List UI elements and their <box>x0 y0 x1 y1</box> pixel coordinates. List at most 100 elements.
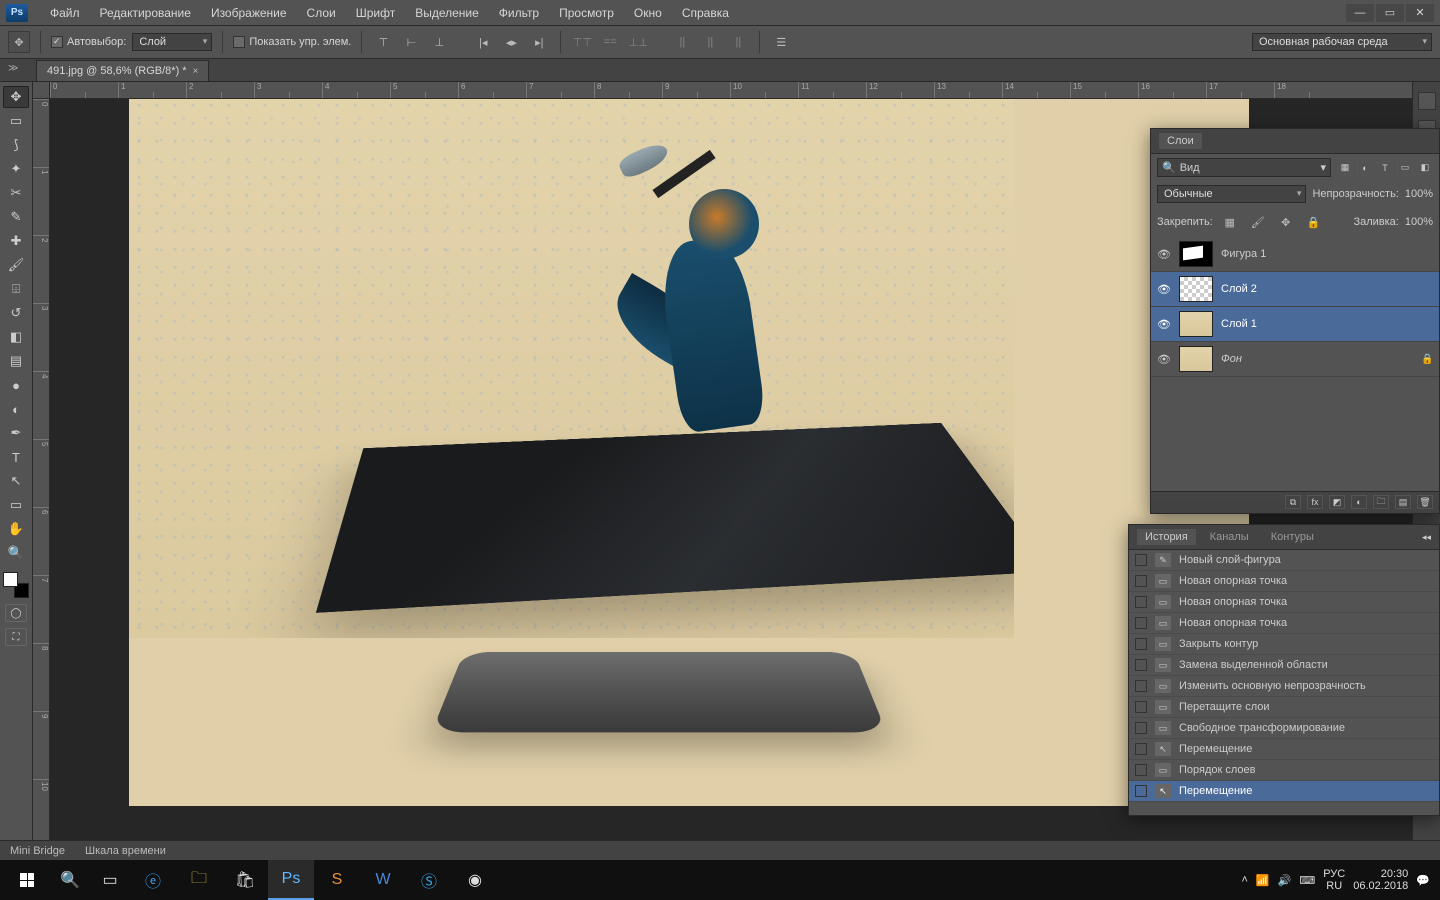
ruler-origin[interactable] <box>33 82 50 99</box>
layers-panel-tab[interactable]: Слои <box>1159 133 1202 149</box>
pen-tool-icon[interactable]: ✒ <box>3 422 29 444</box>
adjustment-layer-icon[interactable]: ◐ <box>1351 495 1367 509</box>
document-tab[interactable]: 491.jpg @ 58,6% (RGB/8*) * × <box>36 60 209 81</box>
history-item[interactable]: ▭Свободное трансформирование <box>1129 718 1439 739</box>
distribute-right-icon[interactable]: || <box>727 31 749 53</box>
history-item[interactable]: ▭Закрыть контур <box>1129 634 1439 655</box>
menu-filter[interactable]: Фильтр <box>489 2 549 24</box>
history-item[interactable]: ▭Новая опорная точка <box>1129 613 1439 634</box>
align-hcenter-icon[interactable]: ◂▸ <box>500 31 522 53</box>
color-swatches[interactable] <box>3 572 29 598</box>
show-transform-checkbox[interactable]: Показать упр. элем. <box>233 36 351 48</box>
lasso-tool-icon[interactable]: ⟆ <box>3 134 29 156</box>
fill-value[interactable]: 100% <box>1405 216 1433 228</box>
auto-align-icon[interactable]: ☰ <box>770 31 792 53</box>
ruler-vertical[interactable]: 012345678910 <box>33 99 50 842</box>
opacity-value[interactable]: 100% <box>1405 188 1433 200</box>
visibility-icon[interactable]: 👁 <box>1157 248 1171 261</box>
history-item[interactable]: ▭Изменить основную непрозрачность <box>1129 676 1439 697</box>
keyboard-icon[interactable]: ⌨ <box>1299 874 1315 887</box>
distribute-left-icon[interactable]: || <box>671 31 693 53</box>
stamp-tool-icon[interactable]: ⌹ <box>3 278 29 300</box>
snapshot-check[interactable] <box>1135 743 1147 755</box>
layer-item-layer1[interactable]: 👁 Слой 1 <box>1151 307 1439 342</box>
skype-icon[interactable]: Ⓢ <box>406 860 452 900</box>
path-tool-icon[interactable]: ↖ <box>3 470 29 492</box>
panel-collapse-icon[interactable]: ◂◂ <box>1422 532 1431 543</box>
layer-thumb[interactable] <box>1179 241 1213 267</box>
menu-file[interactable]: Файл <box>40 2 90 24</box>
auto-select-dropdown[interactable]: Слой <box>132 33 212 51</box>
close-tab-icon[interactable]: × <box>193 66 199 77</box>
layer-name[interactable]: Слой 1 <box>1221 318 1433 330</box>
new-group-icon[interactable]: 🗀 <box>1373 495 1389 509</box>
sublime-icon[interactable]: S <box>314 860 360 900</box>
eyedropper-tool-icon[interactable]: ✎ <box>3 206 29 228</box>
zoom-tool-icon[interactable]: 🔍 <box>3 542 29 564</box>
screenmode-icon[interactable]: ⛶ <box>5 628 27 646</box>
gradient-tool-icon[interactable]: ▤ <box>3 350 29 372</box>
history-item[interactable]: ▭Перетащите слои <box>1129 697 1439 718</box>
snapshot-check[interactable] <box>1135 575 1147 587</box>
link-layers-icon[interactable]: ⧉ <box>1285 495 1301 509</box>
tray-chevron-icon[interactable]: ˄ <box>1241 874 1247 886</box>
chrome-icon[interactable]: ◉ <box>452 860 498 900</box>
align-left-icon[interactable]: |◂ <box>472 31 494 53</box>
type-tool-icon[interactable]: T <box>3 446 29 468</box>
new-layer-icon[interactable]: ▤ <box>1395 495 1411 509</box>
dock-icon-1[interactable] <box>1418 92 1436 110</box>
layer-filter-kind[interactable]: 🔍 Вид ▾ <box>1157 158 1331 177</box>
menu-type[interactable]: Шрифт <box>346 2 405 24</box>
minimize-button[interactable]: — <box>1346 4 1374 22</box>
paths-tab[interactable]: Контуры <box>1263 529 1322 545</box>
align-right-icon[interactable]: ▸| <box>528 31 550 53</box>
timeline-tab[interactable]: Шкала времени <box>75 842 176 860</box>
lock-brush-icon[interactable]: 🖌 <box>1247 211 1269 233</box>
brush-tool-icon[interactable]: 🖌 <box>3 254 29 276</box>
history-tab[interactable]: История <box>1137 529 1196 545</box>
hand-tool-icon[interactable]: ✋ <box>3 518 29 540</box>
menu-edit[interactable]: Редактирование <box>90 2 201 24</box>
distribute-vcenter-icon[interactable]: == <box>599 31 621 53</box>
channels-tab[interactable]: Каналы <box>1202 529 1257 545</box>
menu-help[interactable]: Справка <box>672 2 739 24</box>
crop-tool-icon[interactable]: ✂ <box>3 182 29 204</box>
lock-all-icon[interactable]: 🔒 <box>1303 211 1325 233</box>
snapshot-check[interactable] <box>1135 554 1147 566</box>
layer-name[interactable]: Слой 2 <box>1221 283 1433 295</box>
history-item[interactable]: ▭Новая опорная точка <box>1129 571 1439 592</box>
menu-layers[interactable]: Слои <box>297 2 346 24</box>
store-icon[interactable]: 🛍 <box>222 860 268 900</box>
tab-strip-arrows-icon[interactable]: ≫ <box>8 63 18 74</box>
filter-smart-icon[interactable]: ◧ <box>1417 161 1433 175</box>
move-tool-icon[interactable]: ✥ <box>3 86 29 108</box>
language-indicator[interactable]: РУСRU <box>1323 868 1345 892</box>
foreground-swatch[interactable] <box>3 572 18 587</box>
align-bottom-icon[interactable]: ⊥ <box>428 31 450 53</box>
menu-view[interactable]: Просмотр <box>549 2 624 24</box>
filter-shape-icon[interactable]: ▭ <box>1397 161 1413 175</box>
photoshop-taskbar-icon[interactable]: Ps <box>268 860 314 900</box>
snapshot-check[interactable] <box>1135 722 1147 734</box>
volume-icon[interactable]: 🔊 <box>1278 874 1292 887</box>
close-button[interactable]: ✕ <box>1406 4 1434 22</box>
start-button[interactable] <box>4 860 50 900</box>
history-item[interactable]: ↖Перемещение <box>1129 781 1439 802</box>
blur-tool-icon[interactable]: ● <box>3 374 29 396</box>
snapshot-check[interactable] <box>1135 680 1147 692</box>
move-tool-icon[interactable]: ✥ <box>8 31 30 53</box>
layer-item-background[interactable]: 👁 Фон 🔒 <box>1151 342 1439 377</box>
filter-type-icon[interactable]: T <box>1377 161 1393 175</box>
layer-fx-icon[interactable]: fx <box>1307 495 1323 509</box>
visibility-icon[interactable]: 👁 <box>1157 353 1171 366</box>
filter-adjust-icon[interactable]: ◐ <box>1357 161 1373 175</box>
layer-item-figure1[interactable]: 👁 Фигура 1 <box>1151 237 1439 272</box>
filter-pixel-icon[interactable]: ▦ <box>1337 161 1353 175</box>
blend-mode-dropdown[interactable]: Обычные <box>1157 185 1306 203</box>
marquee-tool-icon[interactable]: ▭ <box>3 110 29 132</box>
snapshot-check[interactable] <box>1135 785 1147 797</box>
healing-tool-icon[interactable]: ✚ <box>3 230 29 252</box>
shape-tool-icon[interactable]: ▭ <box>3 494 29 516</box>
snapshot-check[interactable] <box>1135 638 1147 650</box>
history-item[interactable]: ↖Перемещение <box>1129 739 1439 760</box>
